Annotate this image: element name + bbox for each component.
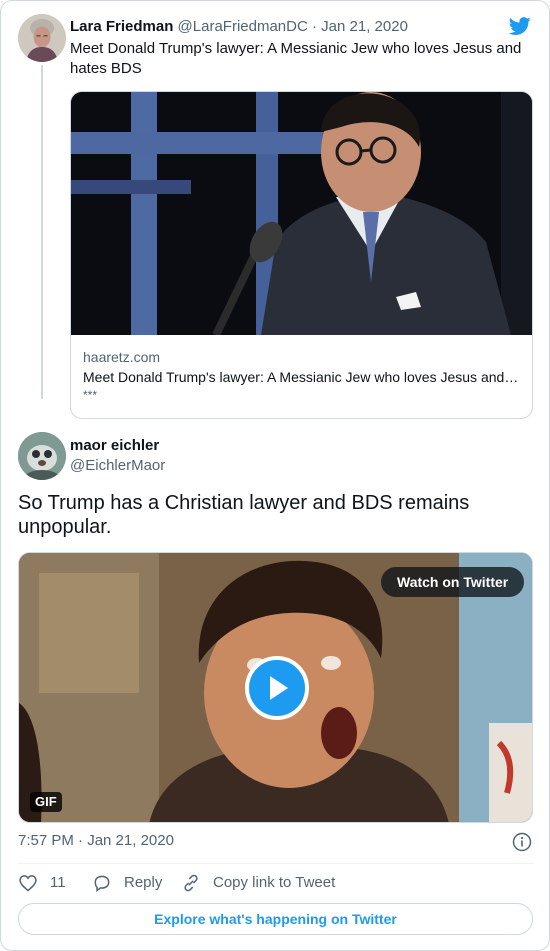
reply-icon (94, 875, 110, 892)
gif-badge: GIF (30, 792, 62, 812)
thread-connector-line (41, 65, 43, 399)
play-icon (270, 676, 288, 700)
like-count: 11 (50, 874, 66, 891)
card-description: *** (83, 388, 98, 402)
heart-icon (19, 875, 37, 892)
card-domain: haaretz.com (83, 349, 161, 365)
parent-tweet-date[interactable]: Jan 21, 2020 (321, 18, 408, 35)
author-name[interactable]: maor eichler (70, 436, 159, 456)
card-image (71, 92, 532, 335)
watch-on-twitter-button[interactable]: Watch on Twitter (381, 567, 525, 597)
play-button[interactable] (245, 656, 309, 720)
parent-author-handle[interactable]: @LaraFriedmanDC (178, 18, 308, 35)
embedded-tweet: Lara Friedman @LaraFriedmanDC · Jan 21, … (0, 0, 550, 951)
explore-twitter-button[interactable]: Explore what's happening on Twitter (18, 903, 533, 935)
reply-label: Reply (124, 874, 163, 891)
link-icon (184, 874, 198, 892)
author-avatar[interactable] (18, 432, 66, 480)
author-handle[interactable]: @EichlerMaor (70, 456, 165, 476)
copy-link-label: Copy link to Tweet (213, 874, 336, 891)
gif-media[interactable]: Watch on Twitter GIF (18, 552, 533, 823)
card-meta: haaretz.com Meet Donald Trump's lawyer: … (83, 348, 520, 402)
parent-author-name[interactable]: Lara Friedman (70, 18, 173, 35)
parent-tweet-text: Meet Donald Trump's lawyer: A Messianic … (70, 40, 522, 77)
actions-divider (18, 863, 533, 864)
copy-link-button[interactable]: Copy link to Tweet (181, 872, 361, 894)
card-title: Meet Donald Trump's lawyer: A Messianic … (83, 369, 520, 385)
reply-button[interactable]: Reply (92, 872, 172, 894)
parent-tweet-header: Lara Friedman @LaraFriedmanDC · Jan 21, … (70, 17, 408, 37)
tweet-timestamp[interactable]: 7:57 PM · Jan 21, 2020 (18, 831, 174, 851)
parent-author-avatar[interactable] (18, 14, 66, 62)
header-separator: · (312, 18, 317, 35)
link-preview-card[interactable]: haaretz.com Meet Donald Trump's lawyer: … (70, 91, 533, 419)
like-button[interactable]: 11 (18, 872, 78, 894)
tweet-text: So Trump has a Christian lawyer and BDS … (18, 492, 470, 538)
twitter-bird-icon[interactable] (508, 15, 532, 37)
info-icon[interactable] (512, 832, 532, 852)
